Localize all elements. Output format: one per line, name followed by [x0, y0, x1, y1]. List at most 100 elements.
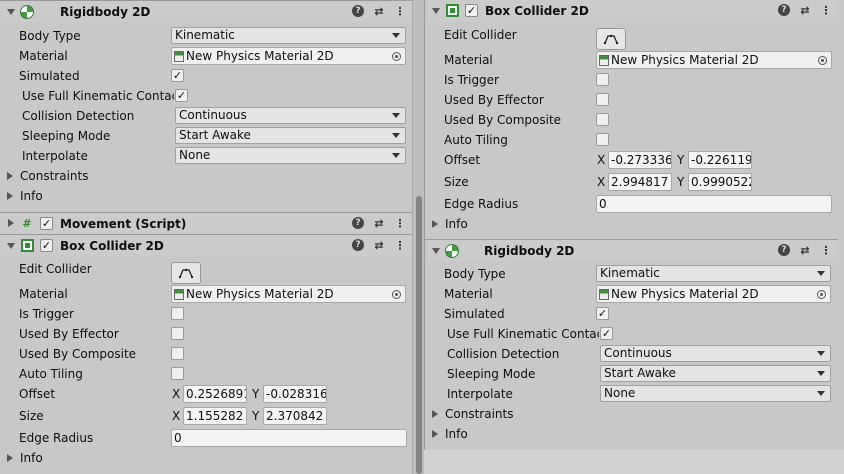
material-value: New Physics Material 2D	[186, 287, 334, 301]
constraints-foldout[interactable]: Constraints	[0, 166, 412, 186]
enable-checkbox[interactable]: ✓	[40, 217, 53, 230]
presets-icon[interactable]: ⇄	[373, 5, 385, 18]
object-picker-icon[interactable]	[392, 52, 401, 61]
info-foldout[interactable]: Info	[0, 448, 412, 468]
material-value: New Physics Material 2D	[611, 53, 759, 67]
rigidbody-header[interactable]: Rigidbody 2D ? ⇄ ⋮	[0, 0, 412, 22]
simulated-checkbox[interactable]: ✓	[596, 307, 609, 320]
interpolate-dropdown[interactable]: None	[175, 147, 406, 164]
object-picker-icon[interactable]	[818, 56, 827, 65]
menu-icon[interactable]: ⋮	[394, 217, 406, 230]
size-x-input[interactable]: 2.994817	[608, 173, 672, 191]
menu-icon[interactable]: ⋮	[820, 4, 832, 17]
help-icon[interactable]: ?	[778, 4, 790, 16]
body-type-dropdown[interactable]: Kinematic	[171, 27, 406, 44]
help-icon[interactable]: ?	[352, 217, 364, 229]
presets-icon[interactable]: ⇄	[799, 4, 811, 17]
help-icon[interactable]: ?	[352, 5, 364, 17]
collision-detection-row: Collision Detection Continuous	[0, 106, 412, 126]
dropdown-value: Start Awake	[179, 128, 251, 142]
constraints-foldout[interactable]: Constraints	[425, 404, 838, 424]
presets-icon[interactable]: ⇄	[373, 239, 385, 252]
offset-y-input[interactable]: -0.226119	[688, 151, 752, 169]
auto-tiling-checkbox[interactable]	[171, 367, 184, 380]
edit-collider-button[interactable]	[596, 28, 626, 50]
right-scrollbar[interactable]	[838, 0, 844, 450]
object-picker-icon[interactable]	[817, 290, 826, 299]
field-label: Size	[444, 175, 469, 189]
offset-x-input[interactable]: 0.2526891	[183, 385, 247, 403]
box-collider-header[interactable]: ✓ Box Collider 2D ? ⇄ ⋮	[0, 234, 412, 256]
fold-right-icon[interactable]	[8, 219, 16, 227]
use-full-kinematic-checkbox[interactable]: ✓	[600, 327, 613, 340]
box-collider-icon	[446, 4, 459, 17]
info-foldout[interactable]: Info	[0, 186, 412, 206]
rigidbody-header[interactable]: Rigidbody 2D ? ⇄ ⋮	[425, 239, 838, 261]
physics-material-icon	[174, 50, 184, 62]
edge-radius-input[interactable]: 0	[171, 429, 407, 447]
presets-icon[interactable]: ⇄	[373, 217, 385, 230]
size-y-input[interactable]: 2.370842	[263, 407, 327, 425]
material-field[interactable]: New Physics Material 2D	[596, 51, 832, 69]
chevron-down-icon	[817, 391, 825, 396]
used-by-composite-checkbox[interactable]	[171, 347, 184, 360]
used-by-effector-checkbox[interactable]	[171, 327, 184, 340]
sleeping-mode-dropdown[interactable]: Start Awake	[175, 127, 406, 144]
edit-collider-button[interactable]	[171, 262, 201, 284]
is-trigger-checkbox[interactable]	[596, 73, 609, 86]
interpolate-row: Interpolate None	[0, 146, 412, 166]
auto-tiling-checkbox[interactable]	[596, 133, 609, 146]
used-by-composite-checkbox[interactable]	[596, 113, 609, 126]
fold-right-icon	[7, 192, 13, 200]
foldout-label: Info	[445, 427, 468, 441]
info-foldout[interactable]: Info	[425, 214, 838, 234]
help-icon[interactable]: ?	[778, 244, 790, 256]
field-label: Use Full Kinematic Contact	[447, 327, 599, 341]
menu-icon[interactable]: ⋮	[394, 5, 406, 18]
inspector-left: Rigidbody 2D ? ⇄ ⋮ Body Type Kinematic M…	[0, 0, 412, 474]
material-field[interactable]: New Physics Material 2D	[596, 285, 831, 303]
field-label: Material	[444, 53, 493, 67]
fold-icon[interactable]	[432, 8, 440, 16]
field-label: Collision Detection	[22, 109, 135, 123]
size-x-input[interactable]: 1.155282	[183, 407, 247, 425]
offset-y-input[interactable]: -0.028316	[263, 385, 327, 403]
sleeping-mode-row: Sleeping Mode Start Awake	[425, 364, 838, 384]
collision-detection-dropdown[interactable]: Continuous	[600, 345, 831, 362]
fold-icon[interactable]	[432, 248, 440, 256]
field-label: Use Full Kinematic Contact	[22, 89, 174, 103]
simulated-row: Simulated ✓	[425, 304, 838, 324]
object-picker-icon[interactable]	[392, 290, 401, 299]
movement-script-header[interactable]: # ✓ Movement (Script) ? ⇄ ⋮	[0, 212, 412, 234]
help-icon[interactable]: ?	[352, 239, 364, 251]
used-by-effector-checkbox[interactable]	[596, 93, 609, 106]
use-full-kinematic-checkbox[interactable]: ✓	[175, 89, 188, 102]
collision-detection-dropdown[interactable]: Continuous	[175, 107, 406, 124]
used-by-composite-row: Used By Composite	[0, 344, 412, 364]
material-row: Material New Physics Material 2D	[0, 284, 412, 304]
presets-icon[interactable]: ⇄	[799, 244, 811, 257]
material-field[interactable]: New Physics Material 2D	[171, 47, 406, 65]
enable-checkbox[interactable]: ✓	[40, 239, 53, 252]
info-foldout[interactable]: Info	[425, 424, 838, 444]
offset-x-input[interactable]: -0.273336	[608, 151, 672, 169]
simulated-checkbox[interactable]: ✓	[171, 69, 184, 82]
interpolate-dropdown[interactable]: None	[600, 385, 831, 402]
scrollbar-thumb[interactable]	[416, 196, 422, 474]
size-row: Size X 1.155282 Y 2.370842	[0, 406, 412, 426]
fold-icon[interactable]	[7, 243, 15, 251]
menu-icon[interactable]: ⋮	[820, 244, 832, 257]
body-type-dropdown[interactable]: Kinematic	[596, 265, 831, 282]
menu-icon[interactable]: ⋮	[394, 239, 406, 252]
left-scrollbar[interactable]	[412, 0, 424, 474]
is-trigger-checkbox[interactable]	[171, 307, 184, 320]
edge-radius-input[interactable]: 0	[596, 195, 832, 213]
sleeping-mode-dropdown[interactable]: Start Awake	[600, 365, 831, 382]
material-field[interactable]: New Physics Material 2D	[171, 285, 406, 303]
box-collider-header[interactable]: ✓ Box Collider 2D ? ⇄ ⋮	[425, 0, 838, 22]
material-row: Material New Physics Material 2D	[0, 46, 412, 66]
fold-icon[interactable]	[7, 9, 15, 17]
size-y-input[interactable]: 0.9990522	[688, 173, 752, 191]
enable-checkbox[interactable]: ✓	[465, 4, 478, 17]
used-by-effector-row: Used By Effector	[425, 90, 838, 110]
